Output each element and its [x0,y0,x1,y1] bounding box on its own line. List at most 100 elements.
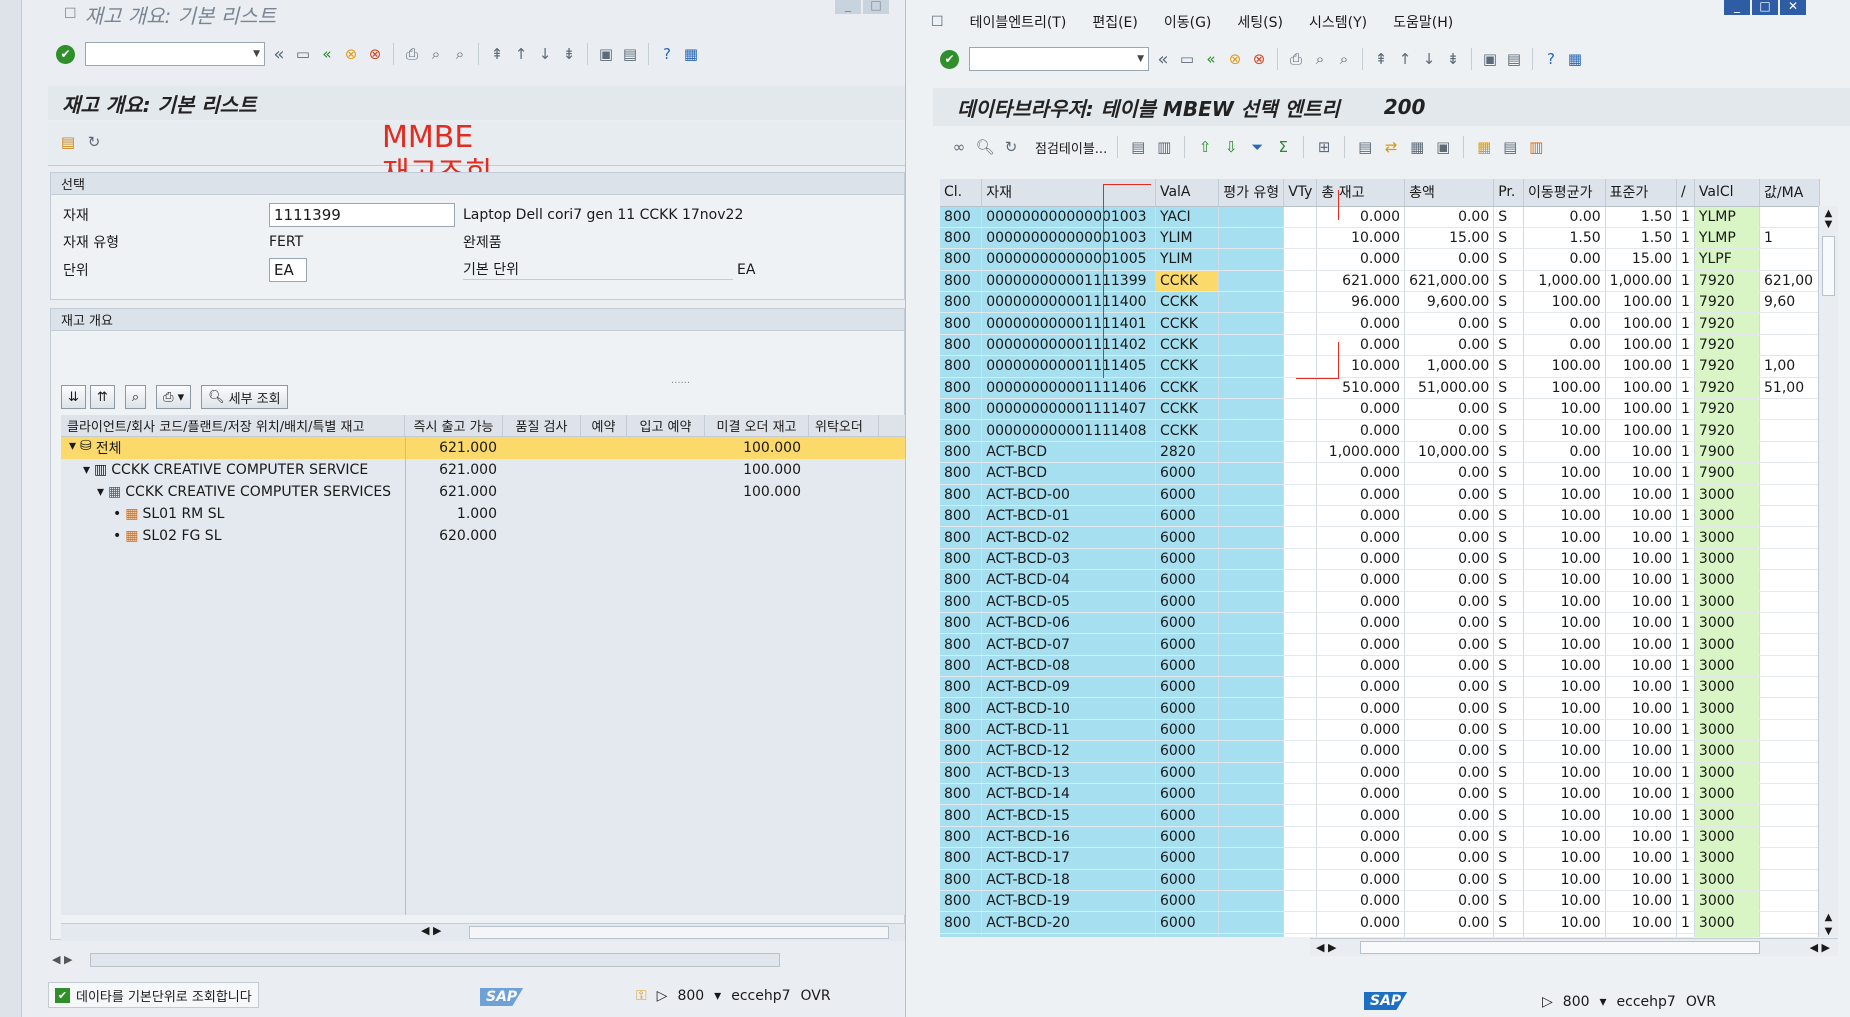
grid-cell[interactable]: 1 [1676,526,1695,549]
grid-cell[interactable]: 1 [1676,740,1695,763]
grid-cell[interactable] [1283,206,1318,228]
grid-cell[interactable] [1283,334,1318,357]
enter-icon[interactable]: ✔ [56,44,75,64]
grid-cell[interactable]: YLPF [1694,248,1761,271]
grid-row[interactable]: 800 000000000001111405 CCKK 10.000 1,000.00 S… [940,355,1820,378]
grid-row[interactable]: 800 ACT-BCD-02 6000 0.000 0.00 S 10.00 10.00 1 30… [940,526,1820,549]
grid-cell[interactable] [1283,633,1318,656]
grid-cell[interactable]: 6000 [1155,719,1220,742]
grid-cell[interactable]: S [1493,398,1525,421]
grid-cell[interactable]: 3000 [1694,869,1761,892]
grid-column-header[interactable]: 이동평균가 [1523,179,1606,207]
grid-cell[interactable]: 0.00 [1404,505,1495,528]
grid-row[interactable]: 800 ACT-BCD-18 6000 0.000 0.00 S 10.00 10.00 1 30… [940,869,1820,892]
next-page-icon[interactable]: ↓ [1419,49,1439,69]
grid-cell[interactable]: 0.000 [1316,312,1406,335]
collapse-arrow-icon[interactable]: ▾ [69,438,76,458]
grid-cell[interactable]: 1 [1676,697,1695,720]
grid-cell[interactable]: S [1493,762,1525,785]
grid-cell[interactable]: 0.000 [1316,911,1406,934]
grid-cell[interactable]: 0.00 [1404,569,1495,592]
grid-row[interactable]: 800 ACT-BCD-00 6000 0.000 0.00 S 10.00 10.00 1 30… [940,484,1820,506]
grid-column-header[interactable]: ValA [1155,179,1220,207]
grid-cell[interactable]: 10.000 [1316,355,1406,378]
grid-cell[interactable]: 800 [940,633,983,656]
grid-cell[interactable]: 0.000 [1316,633,1406,656]
grid-cell[interactable]: 1 [1676,612,1695,635]
grid-cell[interactable]: 800 [940,505,983,528]
grid-cell[interactable]: 3000 [1694,719,1761,742]
grid-cell[interactable]: 800 [940,933,983,937]
grid-cell[interactable]: 3000 [1694,548,1761,571]
cancel-icon[interactable]: ⊗ [365,44,385,64]
grid-cell[interactable] [1759,334,1820,357]
grid-cell[interactable]: 10.00 [1523,933,1606,937]
grid-cell[interactable]: 3000 [1694,591,1761,613]
grid-cell[interactable]: 10.00 [1523,633,1606,656]
grid-cell[interactable]: YLIM [1155,248,1220,271]
grid-cell[interactable]: 7920 [1694,355,1761,378]
grid-cell[interactable]: 0.00 [1523,248,1606,271]
grid-cell[interactable]: 10.00 [1523,869,1606,892]
grid-row[interactable]: 800 ACT-BCD-14 6000 0.000 0.00 S 10.00 10.00 1 30… [940,783,1820,806]
grid-cell[interactable]: 0.00 [1404,462,1495,485]
subtotal-icon[interactable]: ⊞ [1314,137,1334,157]
print-preview-icon[interactable]: ▤ [1355,137,1375,157]
grid-cell[interactable]: 1.50 [1605,227,1678,250]
grid-cell[interactable]: 10.00 [1523,484,1606,506]
grid-cell[interactable]: 6000 [1155,804,1220,827]
grid-cell[interactable]: 1 [1676,890,1695,913]
grid-cell[interactable]: 0.00 [1404,484,1495,506]
shortcut-icon[interactable]: ▤ [620,44,640,64]
grid-cell[interactable]: 6000 [1155,911,1220,934]
grid-cell[interactable] [1283,612,1318,635]
grid-column-header[interactable]: 총 재고 [1316,179,1406,207]
material-field[interactable]: 1111399 [269,202,455,227]
grid-cell[interactable] [1218,505,1285,528]
grid-cell[interactable]: 800 [940,740,983,763]
grid-column-header[interactable]: Pr. [1493,179,1525,207]
grid-cell[interactable] [1759,612,1820,635]
grid-cell[interactable]: ACT-BCD-03 [981,548,1156,571]
grid-cell[interactable] [1218,355,1285,378]
grid-cell[interactable]: 800 [940,762,983,785]
grid-cell[interactable]: 1 [1676,441,1695,464]
detail-icon[interactable]: 🔍︎ [975,137,995,157]
scroll-left-right-icon[interactable]: ◀ ▶ [1316,941,1336,954]
grid-cell[interactable]: 000000000000001003 [981,206,1156,228]
grid-cell[interactable]: 0.000 [1316,569,1406,592]
status-dropdown-icon[interactable]: ▾ [714,988,721,1004]
grid-cell[interactable]: 1,000.00 [1605,270,1678,293]
grid-cell[interactable] [1218,655,1285,678]
outer-scroll-thumb[interactable] [90,953,780,967]
grid-cell[interactable]: 1 [1676,569,1695,592]
grid-cell[interactable]: 100.00 [1523,355,1606,378]
grid-cell[interactable]: 1 [1676,633,1695,656]
grid-cell[interactable]: CCKK [1155,270,1220,293]
grid-cell[interactable]: 800 [940,419,983,442]
grid-cell[interactable]: 3000 [1694,911,1761,934]
grid-cell[interactable]: 10.00 [1523,526,1606,549]
grid-cell[interactable]: 3000 [1694,740,1761,763]
save-icon[interactable]: ▭ [293,44,313,64]
tree-row-sloc-1[interactable]: • ▦ SL01 RM SL 1.000 [61,503,906,525]
grid-cell[interactable]: 100.00 [1605,398,1678,421]
grid-cell[interactable]: 10.00 [1605,911,1678,934]
col-quality[interactable]: 품질 검사 [503,415,581,436]
grid-cell[interactable]: 1 [1759,227,1820,250]
grid-cell[interactable]: 1 [1676,869,1695,892]
grid-cell[interactable]: ACT-BCD-06 [981,612,1156,635]
grid-cell[interactable]: S [1493,911,1525,934]
grid-row[interactable]: 800 ACT-BCD 2820 1,000.000 10,000.00 S 0.00 10.… [940,441,1820,464]
grid-cell[interactable]: 800 [940,591,983,613]
grid-cell[interactable] [1283,719,1318,742]
grid-cell[interactable] [1283,377,1318,400]
grid-cell[interactable]: ACT-BCD-10 [981,697,1156,720]
grid-cell[interactable]: S [1493,227,1525,250]
grid-cell[interactable]: 000000000001111406 [981,377,1156,400]
grid-cell[interactable]: S [1493,655,1525,678]
glasses-icon[interactable]: ∞ [949,137,969,157]
grid-cell[interactable]: S [1493,826,1525,849]
grid-cell[interactable] [1218,890,1285,913]
grid-cell[interactable]: 10.00 [1605,826,1678,849]
